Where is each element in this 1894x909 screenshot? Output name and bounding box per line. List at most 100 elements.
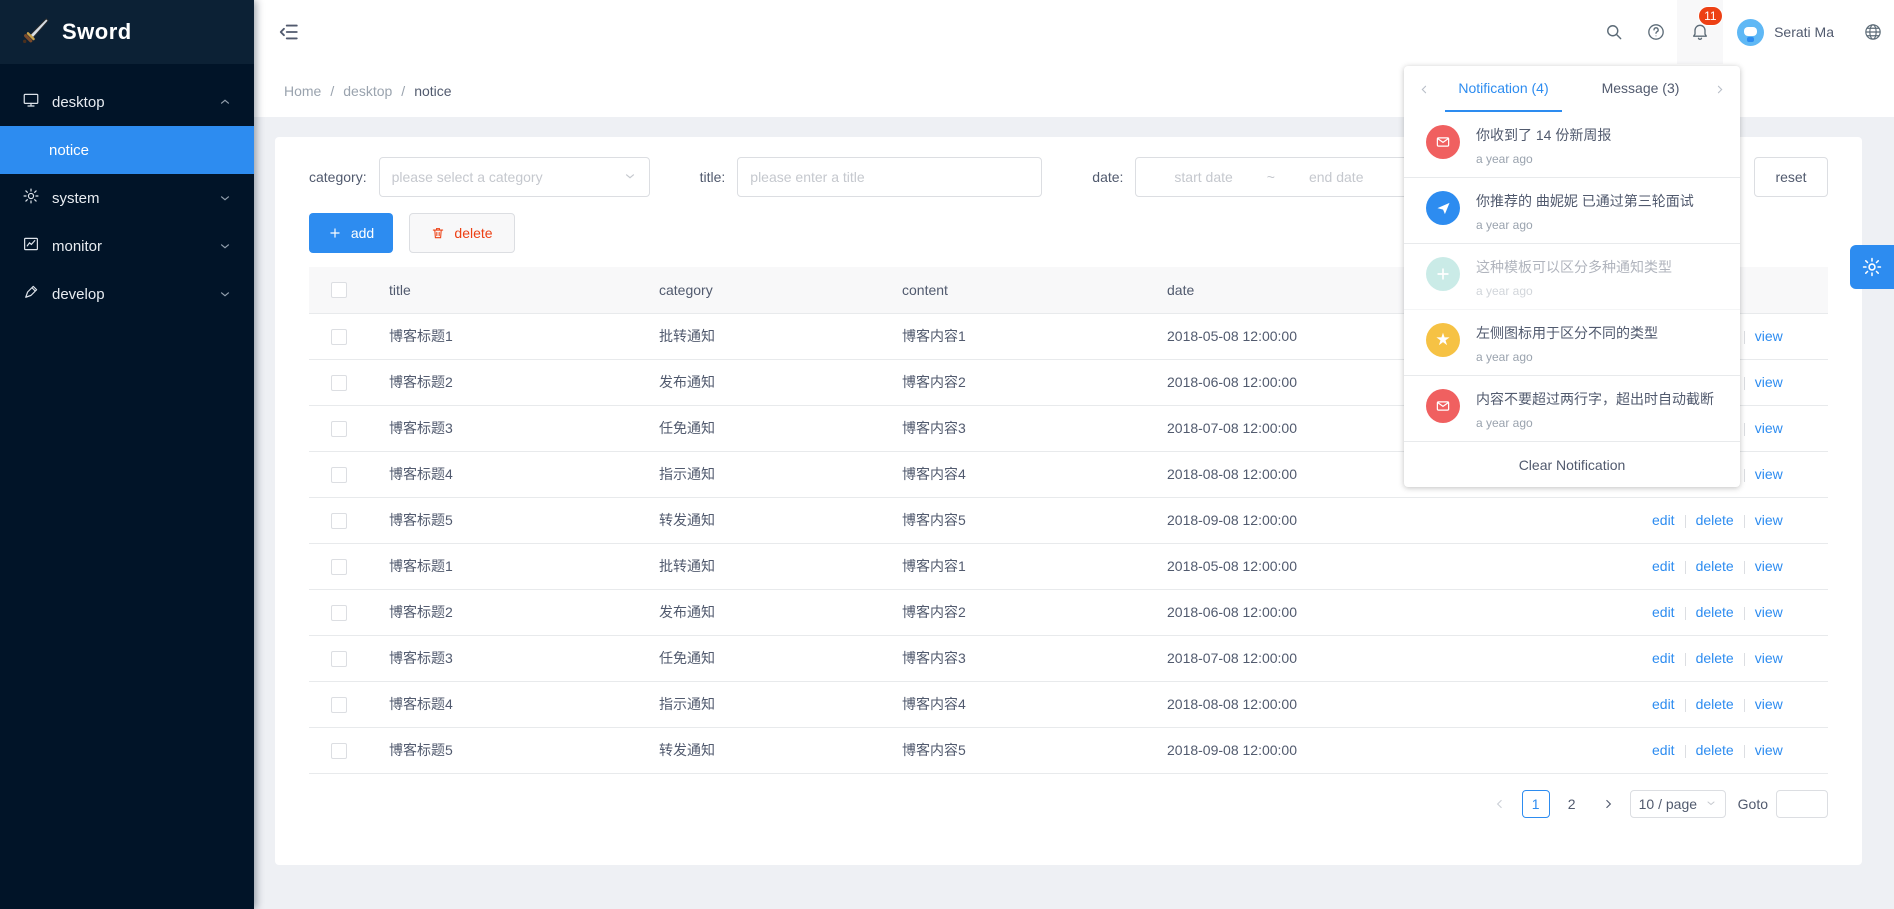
edit-link[interactable]: edit [1652,650,1675,666]
search-icon[interactable] [1593,0,1635,64]
sidebar-item-label: monitor [52,238,218,255]
app-window: Sword desktop notice [0,0,1894,909]
row-checkbox[interactable] [331,467,347,483]
pagination-page-2[interactable]: 2 [1558,790,1586,818]
notification-badge: 11 [1699,7,1721,25]
row-checkbox[interactable] [331,743,347,759]
delete-link[interactable]: delete [1696,512,1734,528]
table-row: 博客标题1 批转通知 博客内容1 2018-05-08 12:00:00 edi… [309,543,1828,589]
sidebar-collapse-button[interactable] [278,21,300,43]
edit-link[interactable]: edit [1652,742,1675,758]
pagination-next-icon[interactable] [1594,790,1622,818]
delete-link[interactable]: delete [1696,696,1734,712]
notification-item[interactable]: 内容不要超过两行字，超出时自动截断 a year ago [1404,376,1740,442]
category-select[interactable]: please select a category [379,157,650,197]
theme-settings-button[interactable] [1850,245,1894,289]
sidebar-item-notice[interactable]: notice [0,126,254,174]
notifications-bell-button[interactable]: 11 [1677,0,1723,64]
sidebar-item-monitor[interactable]: monitor [0,222,254,270]
pagination-page-1[interactable]: 1 [1522,790,1550,818]
help-icon[interactable] [1635,0,1677,64]
sidebar-item-label: desktop [52,94,218,111]
view-link[interactable]: view [1755,558,1783,574]
sidebar-item-desktop[interactable]: desktop [0,78,254,126]
sidebar-item-label: notice [49,142,89,159]
row-checkbox[interactable] [331,697,347,713]
breadcrumb-home[interactable]: Home [284,83,321,99]
mail-icon [1426,125,1460,159]
chevron-down-icon [218,191,232,205]
delete-link[interactable]: delete [1696,604,1734,620]
title-label: title: [700,169,726,185]
notification-item-read[interactable]: 这种模板可以区分多种通知类型 a year ago [1404,244,1740,310]
view-link[interactable]: view [1755,374,1783,390]
trash-icon [431,226,445,240]
notification-item[interactable]: 你收到了 14 份新周报 a year ago [1404,112,1740,178]
edit-link[interactable]: edit [1652,604,1675,620]
tab-notification[interactable]: Notification (4) [1435,66,1572,112]
sidebar-item-label: system [52,190,218,207]
plus-icon [1426,257,1460,291]
select-all-checkbox[interactable] [331,282,347,298]
mail-icon [1426,389,1460,423]
view-link[interactable]: view [1755,328,1783,344]
edit-link[interactable]: edit [1652,512,1675,528]
sidebar-menu: desktop notice system [0,64,254,318]
view-link[interactable]: view [1755,742,1783,758]
language-globe-icon[interactable] [1852,0,1894,64]
title-input[interactable] [737,157,1042,197]
sidebar-item-system[interactable]: system [0,174,254,222]
plus-icon [328,226,342,240]
breadcrumb-current: notice [414,83,451,99]
row-checkbox[interactable] [331,421,347,437]
breadcrumb-separator: / [330,83,334,99]
tabs-scroll-left-icon[interactable] [1414,83,1435,96]
pagination: 1 2 10 / page Goto [309,790,1828,818]
delete-link[interactable]: delete [1696,650,1734,666]
row-checkbox[interactable] [331,559,347,575]
row-checkbox[interactable] [331,651,347,667]
sidebar-submenu-desktop: notice [0,126,254,174]
delete-link[interactable]: delete [1696,742,1734,758]
page-size-select[interactable]: 10 / page [1630,790,1726,818]
date-label: date: [1092,169,1123,185]
top-bar-actions: 11 Serati Ma [1593,0,1894,64]
notification-item[interactable]: ★ 左侧图标用于区分不同的类型 a year ago [1404,310,1740,376]
edit-link[interactable]: edit [1652,558,1675,574]
row-checkbox[interactable] [331,329,347,345]
delete-button[interactable]: delete [409,213,515,253]
breadcrumb-desktop[interactable]: desktop [343,83,392,99]
tabs-scroll-right-icon[interactable] [1709,83,1730,96]
row-checkbox[interactable] [331,513,347,529]
user-name[interactable]: Serati Ma [1774,24,1834,40]
sidebar-item-label: develop [52,286,218,303]
avatar[interactable] [1737,19,1764,46]
app-logo: Sword [0,0,254,64]
notification-item[interactable]: 你推荐的 曲妮妮 已通过第三轮面试 a year ago [1404,178,1740,244]
category-filter-group: category: please select a category [309,157,650,197]
clear-notification-button[interactable]: Clear Notification [1404,442,1740,487]
sidebar-item-develop[interactable]: develop [0,270,254,318]
table-row: 博客标题5 转发通知 博客内容5 2018-09-08 12:00:00 edi… [309,497,1828,543]
view-link[interactable]: view [1755,696,1783,712]
add-button[interactable]: add [309,213,393,253]
view-link[interactable]: view [1755,420,1783,436]
row-checkbox[interactable] [331,605,347,621]
view-link[interactable]: view [1755,466,1783,482]
edit-link[interactable]: edit [1652,696,1675,712]
pagination-prev-icon[interactable] [1486,790,1514,818]
notification-dropdown: Notification (4) Message (3) 你收到了 14 份新周… [1404,66,1740,487]
row-checkbox[interactable] [331,375,347,391]
category-label: category: [309,169,367,185]
view-link[interactable]: view [1755,512,1783,528]
reset-button[interactable]: reset [1754,157,1828,197]
paper-plane-icon [1426,191,1460,225]
desktop-icon [22,91,40,113]
tab-message[interactable]: Message (3) [1572,66,1709,112]
column-header-content: content [884,267,1149,313]
delete-link[interactable]: delete [1696,558,1734,574]
view-link[interactable]: view [1755,604,1783,620]
view-link[interactable]: view [1755,650,1783,666]
goto-page-input[interactable] [1776,790,1828,818]
chevron-down-icon [218,239,232,253]
